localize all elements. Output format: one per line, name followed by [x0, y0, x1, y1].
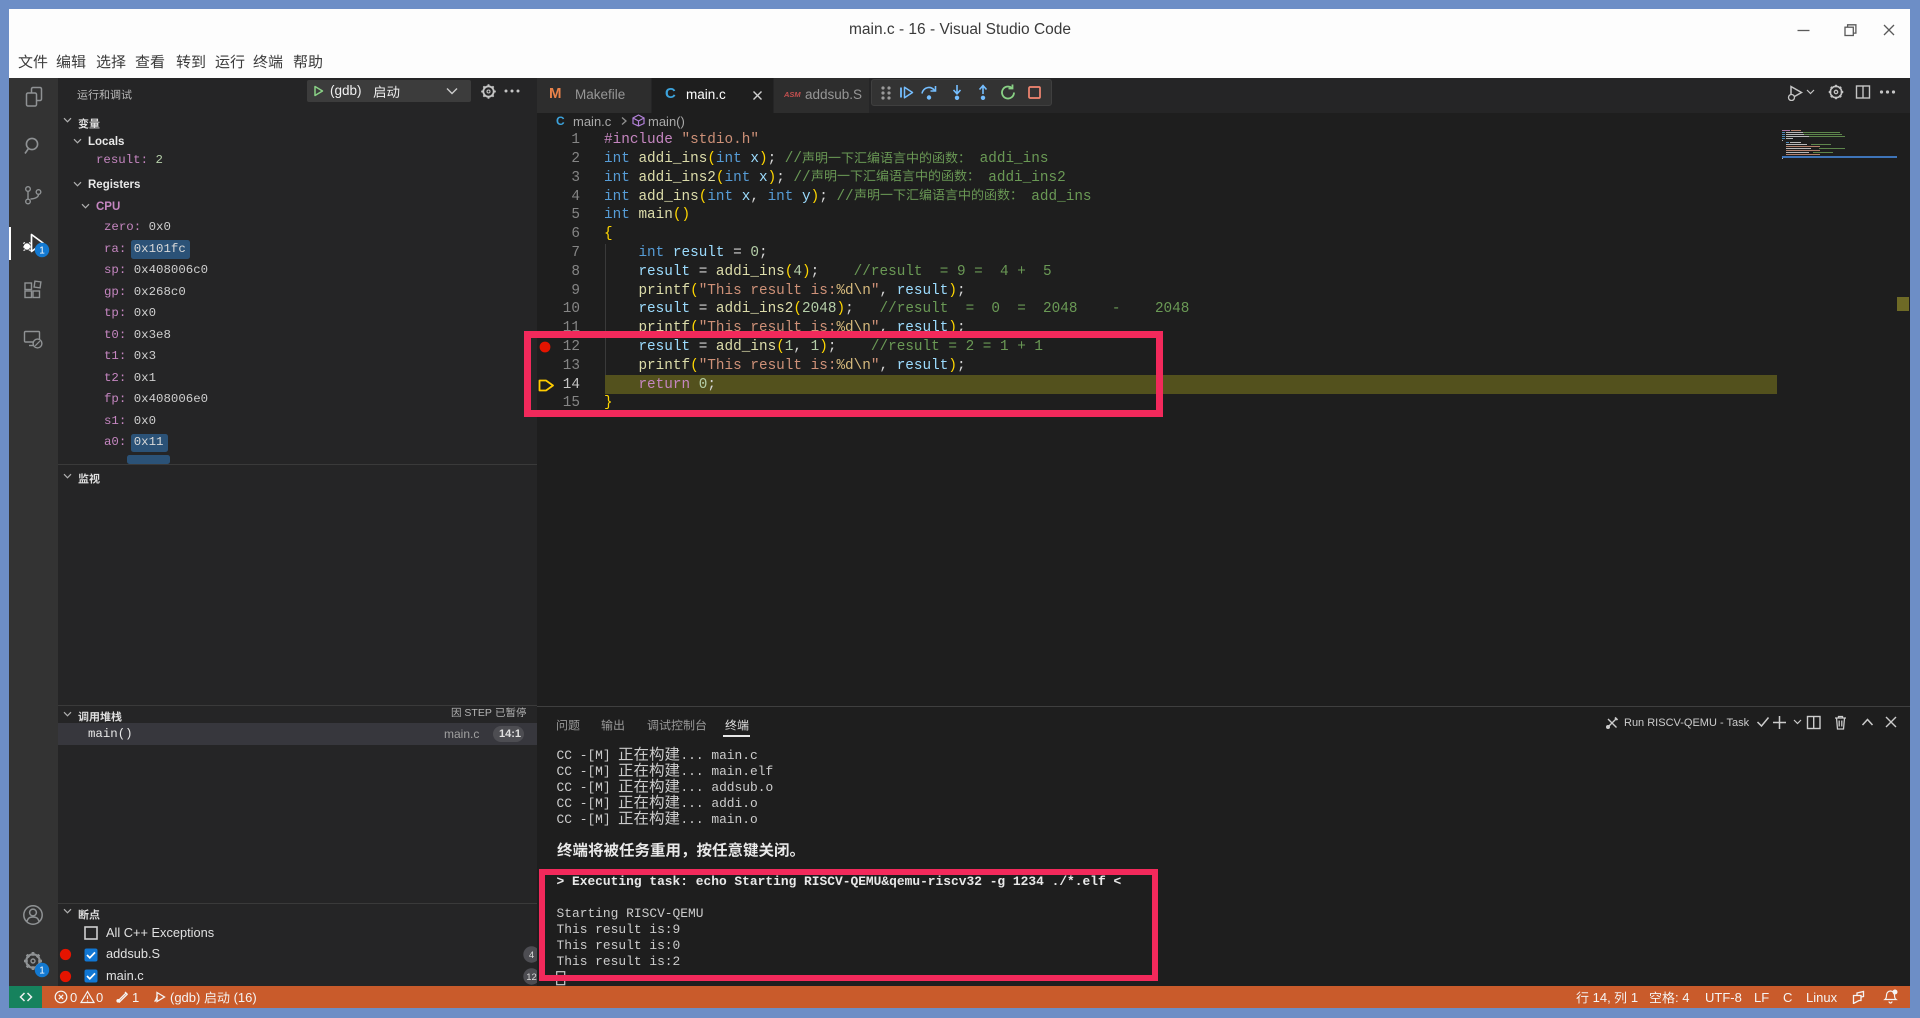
svg-text:12: 12	[526, 972, 537, 983]
svg-text:4: 4	[529, 950, 534, 961]
svg-text:1: 1	[39, 966, 45, 977]
svg-text:1: 1	[39, 246, 45, 257]
